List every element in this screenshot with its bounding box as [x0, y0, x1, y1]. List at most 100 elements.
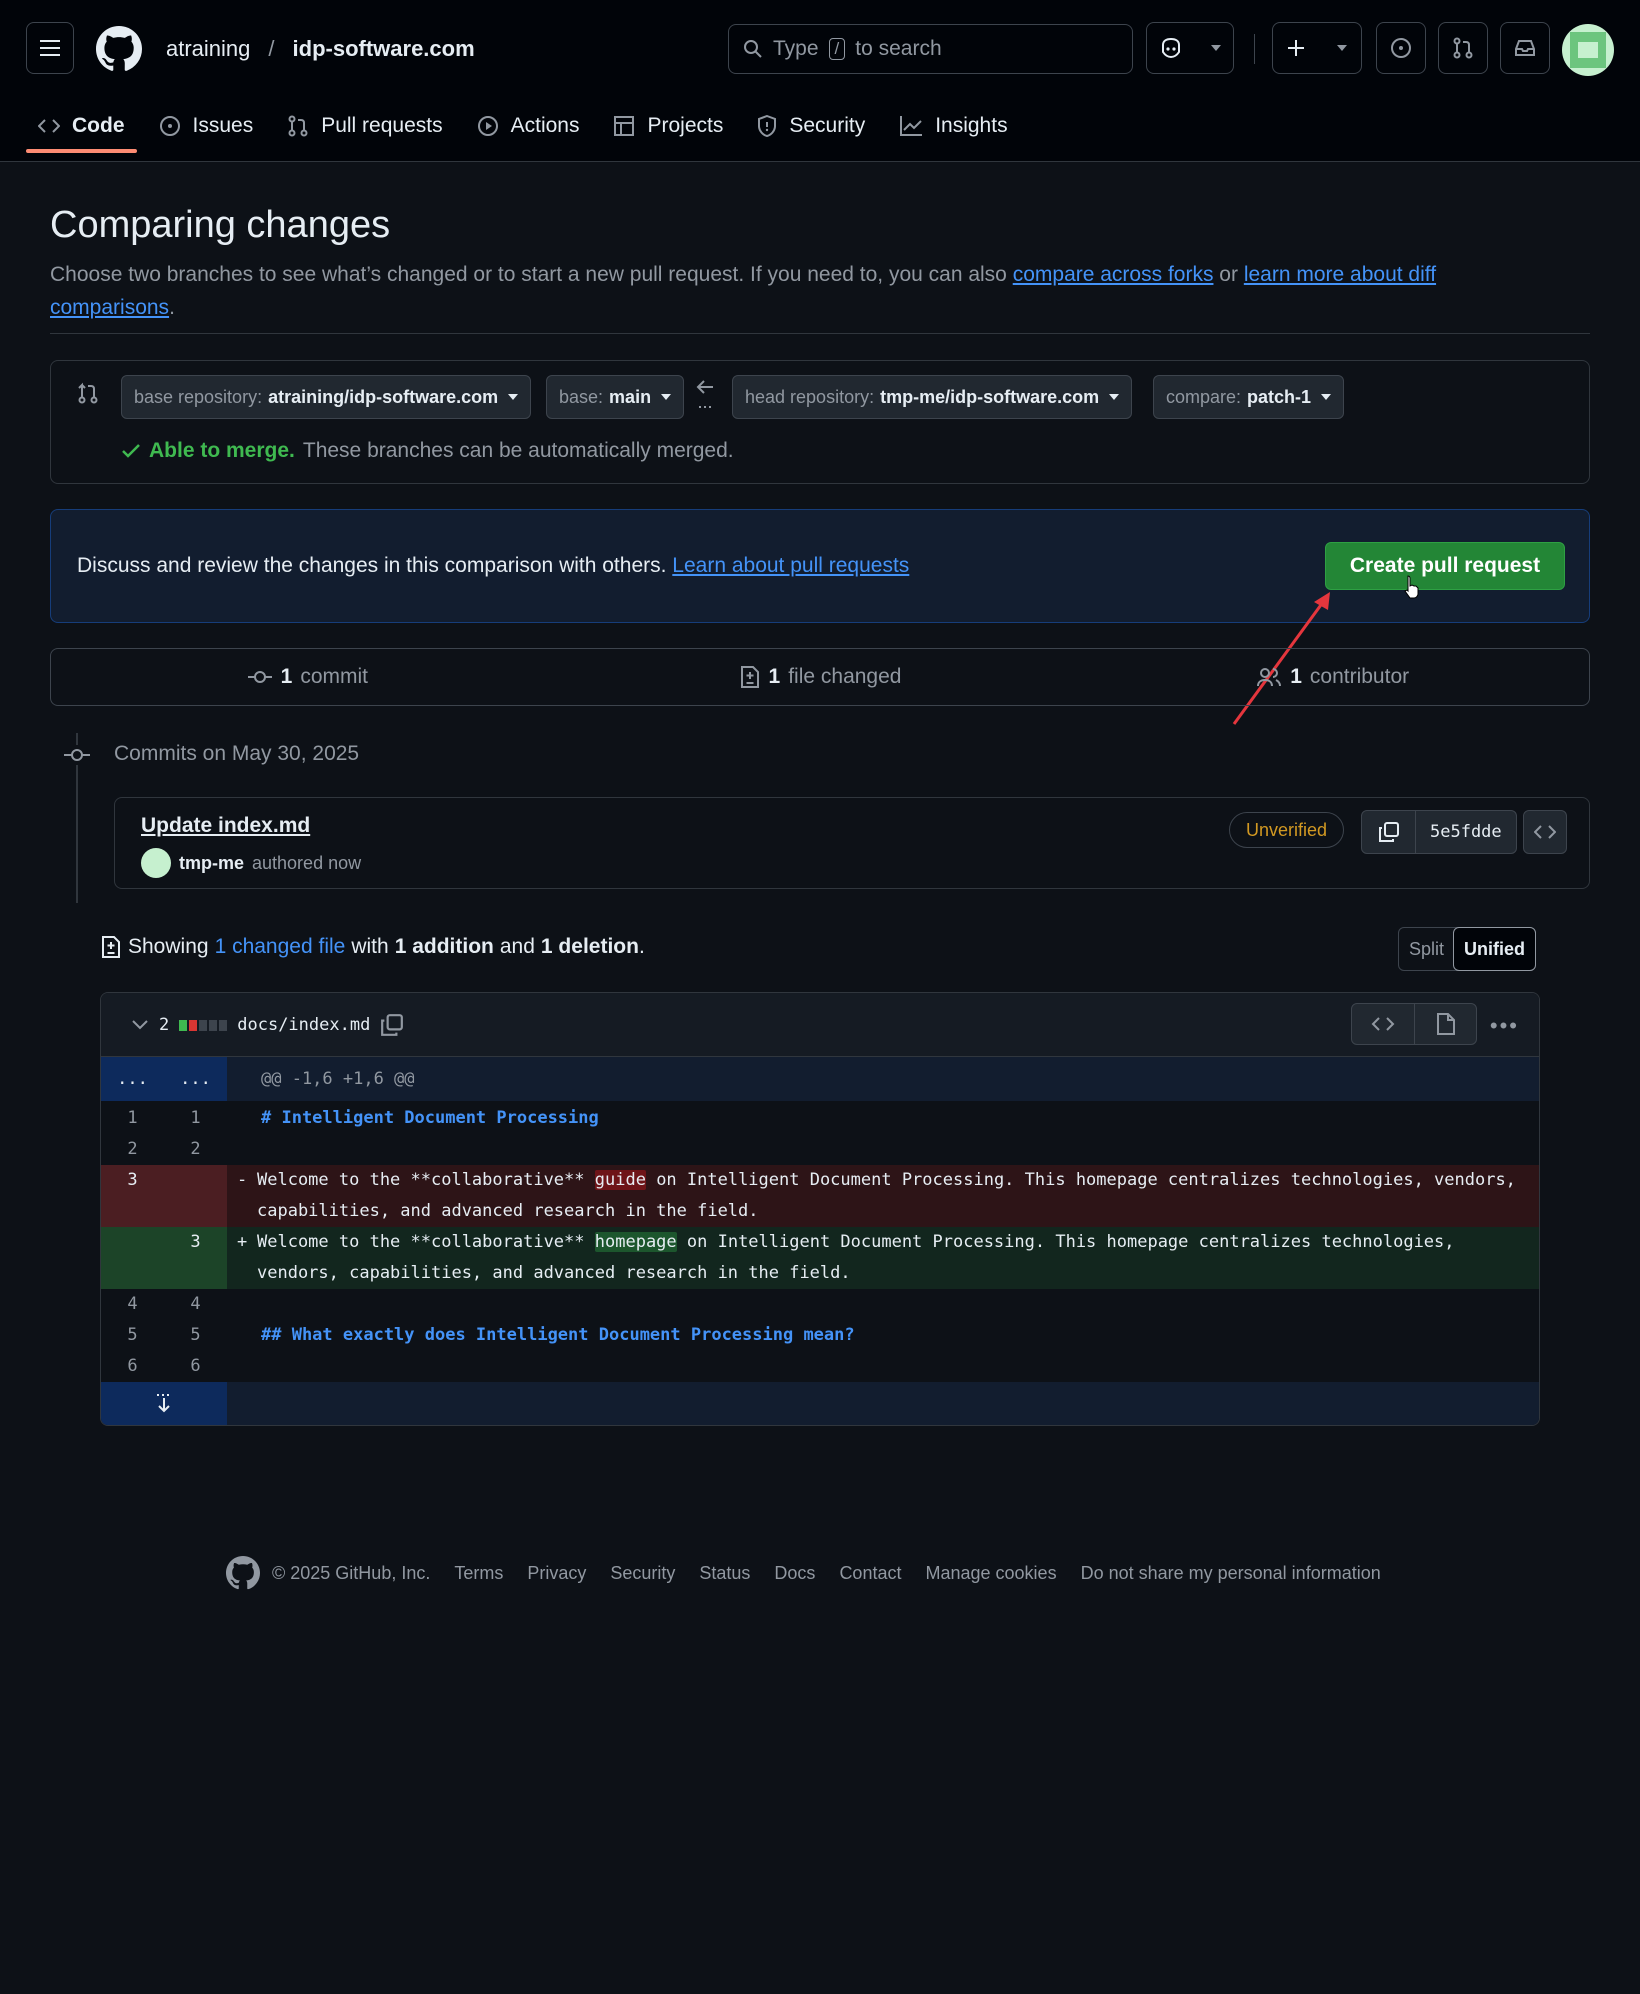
line-number-new[interactable]: 3 [164, 1227, 227, 1289]
user-avatar[interactable] [1562, 24, 1614, 76]
markdown-heading: # Intelligent Document Processing [261, 1108, 599, 1128]
diff-line: 2 2 [101, 1134, 1539, 1165]
unified-view-button[interactable]: Unified [1453, 927, 1537, 971]
changed-files-link[interactable]: 1 changed file [215, 935, 346, 959]
learn-pull-requests-link[interactable]: Learn about pull requests [672, 554, 909, 577]
tab-projects[interactable]: Projects [599, 100, 737, 152]
chevron-down-icon [508, 394, 519, 400]
create-pull-request-button[interactable]: Create pull request [1325, 542, 1565, 590]
browse-repository-button[interactable] [1523, 810, 1567, 854]
line-number-new[interactable]: 2 [164, 1134, 227, 1165]
commit-author[interactable]: tmp-me [179, 853, 244, 874]
issues-button[interactable] [1376, 22, 1426, 74]
repo-link[interactable]: idp-software.com [293, 36, 475, 62]
footer-link-security[interactable]: Security [610, 1563, 675, 1584]
divider [50, 333, 1590, 334]
markdown-heading: ## What exactly does Intelligent Documen… [261, 1325, 855, 1345]
commit-meta: tmp-me authored now [141, 848, 361, 878]
search-shortcut-key: / [828, 38, 846, 60]
line-number-old[interactable]: 1 [101, 1103, 164, 1134]
head-repository-value: tmp-me/idp-software.com [880, 386, 1100, 407]
plus-sign: + [237, 1232, 248, 1252]
line-number-old[interactable] [101, 1227, 164, 1289]
github-logo[interactable] [226, 1556, 260, 1590]
inbox-icon [1515, 40, 1535, 56]
unverified-badge[interactable]: Unverified [1229, 812, 1345, 848]
tab-code[interactable]: Code [24, 100, 139, 153]
base-repository-select[interactable]: base repository: atraining/idp-software.… [121, 375, 532, 419]
tab-insights[interactable]: Insights [885, 100, 1021, 152]
line-content: - Welcome to the **collaborative** guide … [227, 1165, 1539, 1227]
copilot-button[interactable] [1146, 22, 1234, 74]
tab-pull-requests[interactable]: Pull requests [273, 100, 456, 152]
footer-link-terms[interactable]: Terms [454, 1563, 503, 1584]
deletions-count: 1 deletion [540, 935, 639, 958]
github-logo[interactable] [96, 26, 142, 72]
head-repository-select[interactable]: head repository: tmp-me/idp-software.com [732, 375, 1133, 419]
line-number-new[interactable]: 6 [164, 1351, 227, 1382]
footer-link-docs[interactable]: Docs [774, 1563, 815, 1584]
footer-link-manage-cookies[interactable]: Manage cookies [925, 1563, 1056, 1584]
copy-sha-button[interactable] [1362, 811, 1416, 853]
line-number-new[interactable]: 4 [164, 1289, 227, 1320]
compare-branch-select[interactable]: compare: patch-1 [1153, 375, 1345, 419]
identicon-icon [1570, 32, 1606, 68]
pull-requests-button[interactable] [1438, 22, 1488, 74]
mouse-cursor-icon [1404, 575, 1419, 599]
contributors-stat[interactable]: 1 contributor [1076, 665, 1589, 689]
file-diff-icon [102, 936, 120, 958]
line-number-old[interactable]: 4 [101, 1289, 164, 1320]
line-number-new[interactable] [164, 1165, 227, 1227]
line-content: + Welcome to the **collaborative** homepa… [227, 1227, 1539, 1289]
deleted-line: 3 - Welcome to the **collaborative** guid… [101, 1165, 1539, 1227]
copy-icon [1378, 822, 1399, 842]
hamburger-menu-button[interactable] [26, 22, 74, 74]
tab-label: Actions [510, 114, 580, 137]
footer-link-status[interactable]: Status [699, 1563, 750, 1584]
expand-down-button[interactable] [101, 1382, 227, 1425]
footer-link-contact[interactable]: Contact [839, 1563, 901, 1584]
commit-sha-link[interactable]: 5e5fdde [1416, 811, 1516, 853]
added-line: 3 + Welcome to the **collaborative** home… [101, 1227, 1539, 1289]
tab-label: Issues [192, 114, 254, 137]
view-source-button[interactable] [1352, 1004, 1414, 1044]
copy-icon[interactable] [380, 1013, 404, 1037]
line-number-old[interactable]: 2 [101, 1134, 164, 1165]
tab-security[interactable]: Security [743, 100, 879, 152]
line-number-old[interactable]: 5 [101, 1320, 164, 1351]
tab-issues[interactable]: Issues [145, 100, 268, 152]
tab-actions[interactable]: Actions [463, 100, 594, 152]
file-path[interactable]: docs/index.md [237, 1015, 370, 1035]
top-bar: atraining / idp-software.com Type / to s… [0, 22, 1640, 78]
split-view-button[interactable]: Split [1399, 928, 1454, 970]
owner-link[interactable]: atraining [166, 36, 250, 62]
commits-stat[interactable]: 1 commit [51, 665, 564, 689]
hunk-expand-left[interactable]: ... [101, 1057, 164, 1101]
author-avatar[interactable] [141, 848, 171, 878]
tab-label: Security [789, 114, 866, 137]
range-editor: base repository: atraining/idp-software.… [50, 360, 1590, 484]
compare-across-forks-link[interactable]: compare across forks [1013, 263, 1214, 286]
commit-title-link[interactable]: Update index.md [141, 814, 310, 838]
chevron-down-icon [1337, 45, 1347, 51]
footer-link-do-not-share[interactable]: Do not share my personal information [1081, 1563, 1381, 1584]
kebab-menu-icon[interactable]: ••• [1490, 1013, 1519, 1039]
create-new-button[interactable] [1272, 22, 1362, 74]
line-number-old[interactable]: 3 [101, 1165, 164, 1227]
line-number-new[interactable]: 5 [164, 1320, 227, 1351]
breadcrumb: atraining / idp-software.com [166, 36, 475, 62]
inbox-button[interactable] [1500, 22, 1550, 74]
line-number-new[interactable]: 1 [164, 1103, 227, 1134]
footer-link-privacy[interactable]: Privacy [527, 1563, 586, 1584]
files-changed-stat[interactable]: 1 file changed [564, 665, 1077, 689]
view-file-button[interactable] [1414, 1004, 1476, 1044]
search-prefix: Type [773, 37, 819, 60]
chevron-down-icon[interactable] [131, 1019, 149, 1031]
chevron-down-icon [1211, 45, 1221, 51]
base-branch-select[interactable]: base: main [546, 375, 685, 419]
search-input[interactable]: Type / to search [728, 24, 1133, 74]
hunk-expand-right[interactable]: ... [164, 1057, 227, 1101]
head-repository-label: head repository: [745, 386, 875, 407]
chevron-down-icon [661, 394, 672, 400]
line-number-old[interactable]: 6 [101, 1351, 164, 1382]
